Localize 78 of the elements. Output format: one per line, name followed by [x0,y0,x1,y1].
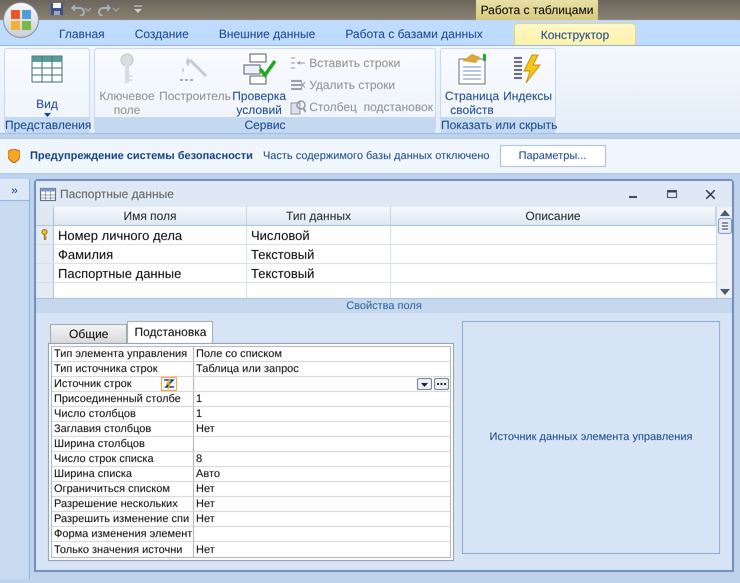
property-value: Таблица или запрос [196,362,299,376]
property-label: Заглавия столбцов [54,422,152,436]
options-button[interactable]: Параметры... [500,145,606,167]
caret-icon [421,383,428,387]
property-value: 1 [196,407,202,421]
property-label: Число строк списка [54,452,154,466]
scroll-up-icon[interactable] [720,210,730,216]
dropdown-button[interactable] [417,378,432,390]
property-value: Нет [196,542,215,556]
table-cell: Текстовый [247,245,391,263]
property-label: Источник строк [54,377,132,391]
lookup-column-icon [290,98,306,114]
shutter-bar-toggle[interactable]: » [0,179,29,201]
property-label: Ограничиться списком [54,482,170,496]
property-value: Поле со списком [196,347,282,361]
property-value: Нет [196,422,215,436]
property-value: Нет [196,512,215,526]
scroll-thumb[interactable] [718,218,732,234]
property-label: Ширина списка [54,467,132,481]
builder-icon[interactable] [161,377,177,391]
help-text: Источник данных элемента управления [490,430,692,446]
ribbon-tab[interactable]: Работа с базами данных [330,23,498,45]
office-button[interactable] [3,2,39,38]
delete-rows-icon [290,78,306,92]
property-value: 8 [196,452,202,466]
table-icon [40,188,56,200]
ribbon-tab[interactable]: Внешние данные [204,23,330,45]
property-label: Форма изменения элемент [54,527,192,541]
select-all-cell[interactable] [36,207,54,225]
ribbon-button[interactable]: Индексы [502,51,553,103]
ribbon-group-label: Сервис [95,117,435,133]
shield-icon [8,149,20,163]
table-cell: Фамилия [54,245,247,263]
table-cell: Числовой [247,226,391,244]
property-label: Только значения источни [54,542,182,556]
scroll-down-icon[interactable] [720,289,730,295]
column-header: Имя поля [54,207,247,225]
customize-menu-icon[interactable] [134,4,142,14]
vertical-scrollbar[interactable] [716,207,732,298]
security-warning-title: Предупреждение системы безопасности [30,148,253,164]
row-selector[interactable] [36,226,54,244]
column-header: Тип данных [247,207,391,225]
save-icon[interactable] [50,2,64,16]
property-label: Ширина столбцов [54,437,145,451]
property-value: Авто [196,467,220,481]
property-label: Разрешить изменение спи [54,512,190,526]
checklist-icon [242,51,276,87]
contextual-tab-title: Работа с таблицами [476,0,598,20]
ribbon-button[interactable]: Проверка условий [229,51,290,117]
property-value: Нет [196,497,215,511]
section-title: Свойства поля [36,298,732,313]
property-label: Число столбцов [54,407,136,421]
property-value: Нет [196,482,215,496]
property-label: Разрешение нескольких [54,497,178,511]
ribbon-group-label: Показать или скрыть [441,117,555,133]
insert-rows-icon [290,56,306,70]
property-label: Присоединенный столбе [54,392,181,406]
property-label: Тип источника строк [54,362,158,376]
property-label: Тип элемента управления [54,347,188,361]
ribbon-tab[interactable]: Создание [120,23,204,45]
property-sheet-icon [456,51,488,87]
security-warning-message: Часть содержимого базы данных отключено [262,148,490,164]
table-cell: Номер личного дела [54,226,247,244]
undo-icon[interactable] [70,2,92,16]
redo-icon[interactable] [98,2,120,16]
document-title: Паспортные данные [60,186,175,203]
table-cell: Текстовый [247,264,391,282]
office-logo-icon [10,9,32,31]
property-tab[interactable]: Подстановка [127,321,214,343]
ellipsis-button[interactable] [434,378,449,390]
property-tab[interactable]: Общие [50,324,128,343]
property-value: 1 [196,392,202,406]
ribbon-tab[interactable]: Конструктор [514,23,636,45]
table-cell: Паспортные данные [54,264,247,282]
ribbon-button[interactable]: Страница свойств [443,51,502,117]
ribbon-group-label: Представления [5,117,89,133]
ribbon-tab[interactable]: Главная [44,23,120,45]
key-icon [41,229,48,241]
